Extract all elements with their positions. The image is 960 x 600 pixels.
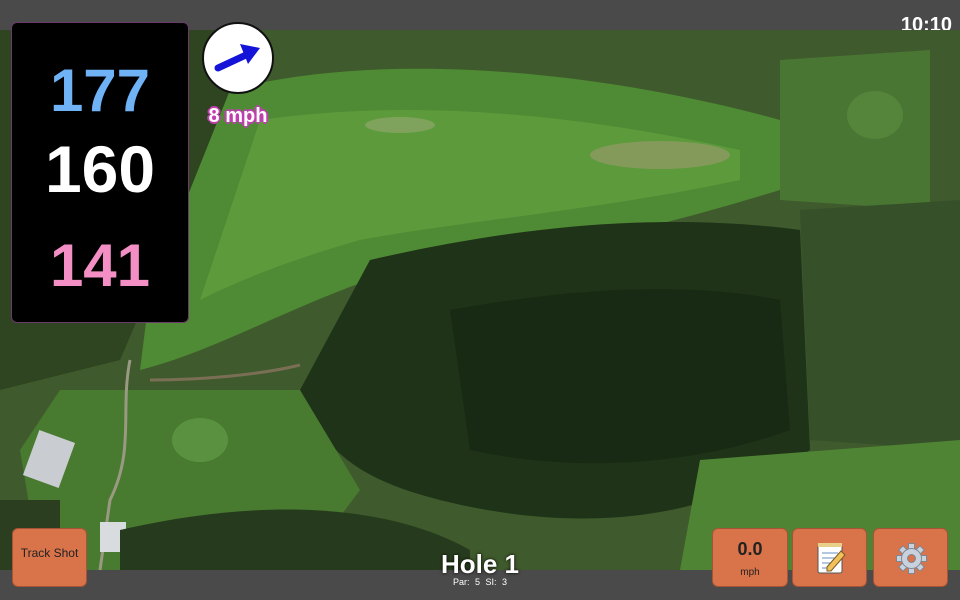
speed-unit: mph [740,567,760,578]
arrow-icon [214,44,260,72]
notepad-icon [817,543,846,574]
distance-panel: 177 160 141 [11,22,189,323]
gear-icon [896,543,927,574]
hole-title: Hole 1 [440,549,520,579]
notes-button[interactable] [792,528,867,587]
front-distance: 141 [49,232,151,299]
hole-par: Par: 5 [452,577,480,587]
track-shot-button[interactable]: Track Shot [12,528,87,587]
wind-direction-dial [202,22,274,94]
settings-button[interactable] [873,528,948,587]
speed-button[interactable]: 0.0 mph [712,528,788,587]
track-shot-label: Track Shot [20,546,79,560]
hole-stroke-index: SI: 3 [485,577,508,587]
hole-info: Par: 5 SI: 3 [380,577,580,587]
middle-distance: 160 [44,132,156,206]
wind-speed: 8 mph [208,105,268,127]
speed-value: 0.0 [737,539,763,559]
back-distance: 177 [49,57,151,124]
